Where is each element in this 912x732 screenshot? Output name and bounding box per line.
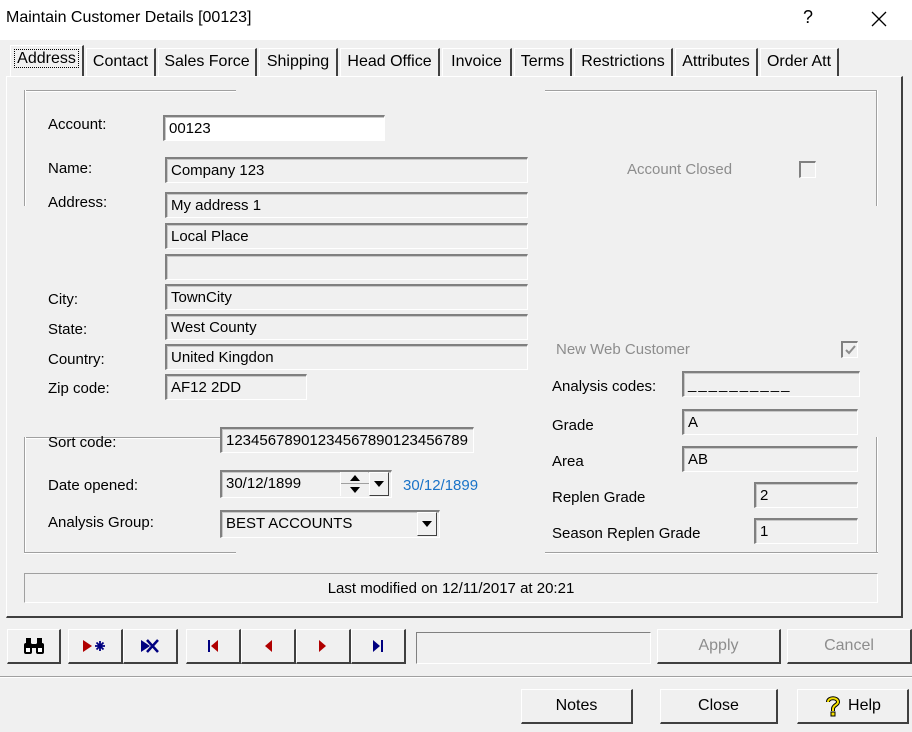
city-field[interactable]: TownCity [165,284,528,310]
state-label: State: [48,321,88,338]
name-field[interactable]: Company 123 [165,157,528,183]
group-border [876,90,878,206]
tab-address[interactable]: Address [10,45,84,76]
checkmark-icon [845,345,856,355]
country-field[interactable]: United Kingdon [165,344,528,370]
notes-button[interactable]: Notes [521,689,633,724]
account-label: Account: [48,116,107,133]
first-record-icon [208,640,218,652]
analysis-group-dropdown-button[interactable] [417,512,437,536]
analysis-group-label: Analysis Group: [48,514,154,531]
find-button[interactable] [7,629,61,664]
group-border [24,90,26,206]
previous-record-button[interactable] [241,629,296,664]
help-button[interactable]: Help [797,689,909,724]
date-opened-value: 30/12/1899 [226,475,302,492]
grade-field[interactable]: A [682,409,858,435]
group-border [24,437,26,554]
tab-restrictions[interactable]: Restrictions [574,48,673,76]
country-label: Country: [48,351,105,368]
next-record-button[interactable] [296,629,351,664]
help-icon [826,696,841,717]
address-line-2-field[interactable]: Local Place [165,223,528,249]
tab-contact[interactable]: Contact [86,48,156,76]
record-navigator-display [416,632,651,664]
account-closed-checkbox[interactable] [799,161,816,178]
chevron-down-icon [422,521,432,527]
address-line-3-field[interactable] [165,254,528,280]
tab-sales-force[interactable]: Sales Force [158,48,257,76]
delete-record-button[interactable] [123,629,178,664]
spin-down-icon[interactable] [341,484,369,496]
new-record-icon [83,640,105,652]
close-icon[interactable] [862,5,896,33]
window-title: Maintain Customer Details [00123] [6,9,252,26]
group-border [545,90,878,92]
group-border [545,552,878,554]
tab-order-att[interactable]: Order Att [760,48,839,76]
delete-record-icon [141,639,159,653]
tab-invoice[interactable]: Invoice [442,48,512,76]
chevron-down-icon [374,481,384,487]
group-border [876,437,878,554]
season-replen-grade-label: Season Replen Grade [552,525,701,542]
next-icon [319,640,326,652]
binoculars-icon [23,638,44,654]
tab-head-office[interactable]: Head Office [340,48,440,76]
context-help-button[interactable]: ? [803,7,813,28]
new-web-customer-label: New Web Customer [556,341,690,358]
last-record-button[interactable] [351,629,406,664]
cancel-button[interactable]: Cancel [787,629,912,664]
grade-label: Grade [552,417,594,434]
new-record-button[interactable] [68,629,123,664]
analysis-group-value: BEST ACCOUNTS [226,515,353,532]
analysis-codes-field[interactable]: __________ [682,371,860,397]
spin-up-icon[interactable] [341,472,369,484]
replen-grade-label: Replen Grade [552,489,646,506]
group-border [24,90,236,92]
last-record-icon [373,640,383,652]
tab-terms[interactable]: Terms [514,48,572,76]
title-bar: Maintain Customer Details [00123] ? [0,0,912,40]
sort-code-field[interactable]: 12345678901234567890123456789 [220,427,474,453]
tab-shipping[interactable]: Shipping [259,48,338,76]
tab-attributes[interactable]: Attributes [675,48,758,76]
date-opened-label: Date opened: [48,477,139,494]
separator [0,676,912,678]
zip-code-field[interactable]: AF12 2DD [165,374,307,400]
address-line-1-field[interactable]: My address 1 [165,192,528,218]
date-spinner[interactable] [340,472,369,496]
sort-code-label: Sort code: [48,434,117,451]
city-label: City: [48,291,78,308]
date-opened-display: 30/12/1899 [403,477,479,494]
season-replen-grade-field[interactable]: 1 [754,518,858,544]
name-label: Name: [48,160,93,177]
account-input[interactable]: 00123 [163,115,385,141]
analysis-group-select[interactable]: BEST ACCOUNTS [220,510,440,538]
zip-code-label: Zip code: [48,380,110,397]
state-field[interactable]: West County [165,314,528,340]
first-record-button[interactable] [186,629,241,664]
area-label: Area [552,453,584,470]
date-dropdown-button[interactable] [369,472,389,496]
account-closed-label: Account Closed [627,161,733,178]
replen-grade-field[interactable]: 2 [754,482,858,508]
help-label: Help [848,697,881,714]
area-field[interactable]: AB [682,446,858,472]
address-label: Address: [48,194,108,211]
previous-icon [265,640,272,652]
apply-button[interactable]: Apply [657,629,781,664]
last-modified-status: Last modified on 12/11/2017 at 20:21 [24,573,878,603]
group-border [24,552,236,554]
analysis-codes-label: Analysis codes: [552,378,657,395]
close-button[interactable]: Close [660,689,778,724]
new-web-customer-checkbox[interactable] [841,341,858,358]
